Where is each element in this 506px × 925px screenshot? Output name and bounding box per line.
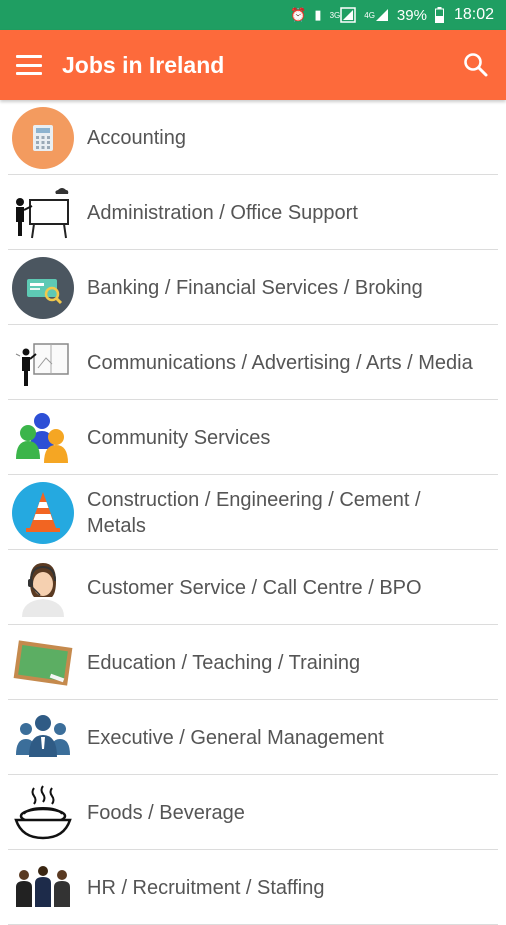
credit-card-icon	[12, 256, 74, 319]
category-label: Communications / Advertising / Arts / Me…	[87, 351, 473, 374]
category-label: Banking / Financial Services / Broking	[87, 276, 423, 299]
category-item-hr[interactable]: HR / Recruitment / Staffing	[0, 850, 506, 925]
category-item-education[interactable]: Education / Teaching / Training	[0, 625, 506, 700]
clock: 18:02	[453, 6, 494, 23]
calculator-icon	[12, 106, 74, 169]
category-item-banking[interactable]: Banking / Financial Services / Broking	[0, 250, 506, 325]
network-4g-icon: 4G	[364, 8, 389, 22]
category-label: Foods / Beverage	[87, 801, 245, 824]
food-bowl-icon	[12, 782, 74, 844]
executives-icon	[12, 707, 74, 769]
battery-icon	[434, 7, 444, 23]
page-title: Jobs in Ireland	[62, 51, 225, 78]
category-item-construction[interactable]: Construction / Engineering / Cement / Me…	[0, 475, 506, 550]
network-3g-icon: 3G	[330, 7, 357, 23]
category-item-administration[interactable]: Administration / Office Support	[0, 175, 506, 250]
people-group-icon	[12, 407, 74, 469]
hamburger-menu-icon[interactable]	[16, 55, 42, 75]
category-label: Accounting	[87, 126, 186, 149]
app-bar: Jobs in Ireland	[0, 30, 506, 100]
call-centre-agent-icon	[12, 557, 74, 619]
staff-people-icon	[12, 857, 74, 919]
search-icon[interactable]	[462, 51, 490, 79]
category-label: Customer Service / Call Centre / BPO	[87, 576, 422, 599]
presentation-board-icon	[12, 182, 74, 244]
category-label: Executive / General Management	[87, 726, 384, 749]
category-label: Education / Teaching / Training	[87, 651, 361, 674]
chalkboard-icon	[12, 632, 74, 694]
category-label: Administration / Office Support	[87, 201, 358, 224]
traffic-cone-icon	[12, 481, 74, 544]
alarm-icon: ⏰	[290, 7, 307, 22]
category-label: HR / Recruitment / Staffing	[87, 876, 325, 899]
category-item-communications[interactable]: Communications / Advertising / Arts / Me…	[0, 325, 506, 400]
category-item-foods[interactable]: Foods / Beverage	[0, 775, 506, 850]
status-bar: ⏰ ▮ 3G 4G 39% 18:02	[0, 0, 506, 30]
category-item-executive[interactable]: Executive / General Management	[0, 700, 506, 775]
category-label: Construction / Engineering / Cement / Me…	[87, 488, 421, 537]
category-list: Accounting Administration / Office Suppo…	[0, 100, 506, 925]
category-item-community-services[interactable]: Community Services	[0, 400, 506, 475]
billboard-icon	[12, 332, 74, 394]
category-item-accounting[interactable]: Accounting	[0, 100, 506, 175]
category-label: Community Services	[87, 426, 271, 449]
category-item-customer-service[interactable]: Customer Service / Call Centre / BPO	[0, 550, 506, 625]
notification-icon: ▮	[314, 7, 322, 22]
battery-percent: 39%	[396, 6, 427, 24]
